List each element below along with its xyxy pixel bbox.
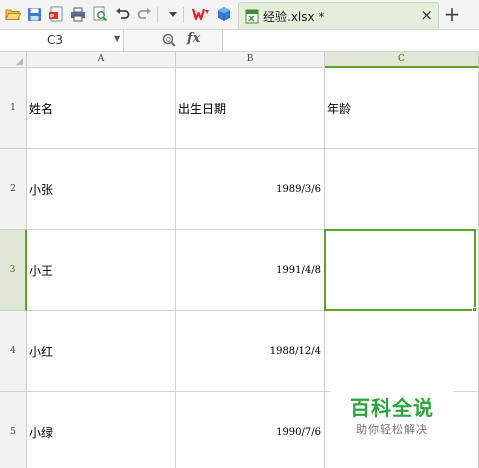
- chevron-down-icon[interactable]: ▼: [114, 34, 120, 43]
- print-preview-icon[interactable]: [91, 5, 109, 23]
- new-tab-button[interactable]: +: [442, 2, 462, 26]
- cell-b5[interactable]: 1990/7/6: [176, 392, 325, 468]
- cell-b3[interactable]: 1991/4/8: [176, 230, 325, 311]
- row-header-1[interactable]: 1: [0, 68, 27, 149]
- svg-text:P: P: [50, 14, 54, 20]
- watermark: 百科全说 助你轻松解决: [330, 389, 454, 441]
- cell-b4[interactable]: 1988/12/4: [176, 311, 325, 392]
- export-pdf-icon[interactable]: P: [47, 5, 65, 23]
- zoom-icon[interactable]: Q: [161, 32, 177, 52]
- undo-icon[interactable]: [113, 5, 131, 23]
- row-header-3[interactable]: 3: [0, 230, 27, 311]
- row-header-2[interactable]: 2: [0, 149, 27, 230]
- column-header-a[interactable]: A: [27, 52, 176, 68]
- formula-bar: C3 ▼ Q fx: [0, 30, 479, 52]
- cell-a3[interactable]: 小王: [27, 230, 176, 311]
- svg-text:Q: Q: [166, 36, 171, 43]
- spreadsheet-file-icon: [245, 9, 259, 28]
- insert-function-button[interactable]: fx: [187, 31, 200, 46]
- wps-logo-icon[interactable]: [192, 5, 210, 23]
- cloud-cube-icon[interactable]: [215, 5, 233, 23]
- save-icon[interactable]: [25, 5, 43, 23]
- cell-a1[interactable]: 姓名: [27, 68, 176, 149]
- select-all-triangle-icon: [16, 58, 23, 65]
- cell-a5[interactable]: 小绿: [27, 392, 176, 468]
- cell-c3[interactable]: [325, 230, 479, 311]
- toolbar-separator: [183, 7, 184, 23]
- column-header-c[interactable]: C: [325, 52, 479, 68]
- cell-a2[interactable]: 小张: [27, 149, 176, 230]
- cell-c4[interactable]: [325, 311, 479, 392]
- tab-title: 经验.xlsx *: [263, 10, 325, 24]
- cell-b2[interactable]: 1989/3/6: [176, 149, 325, 230]
- close-tab-icon[interactable]: ×: [420, 5, 433, 25]
- row-header-5[interactable]: 5: [0, 392, 27, 468]
- watermark-subtitle: 助你轻松解决: [356, 423, 428, 436]
- open-folder-icon[interactable]: [4, 5, 22, 23]
- quick-access-toolbar: P 经验.xlsx * × +: [0, 0, 479, 30]
- column-header-b[interactable]: B: [176, 52, 325, 68]
- cell-c1[interactable]: 年龄: [325, 68, 479, 149]
- cell-a4[interactable]: 小红: [27, 311, 176, 392]
- cell-b1[interactable]: 出生日期: [176, 68, 325, 149]
- print-icon[interactable]: [69, 5, 87, 23]
- cell-c2[interactable]: [325, 149, 479, 230]
- watermark-title: 百科全说: [350, 396, 434, 420]
- quick-access-dropdown-icon[interactable]: [164, 5, 182, 23]
- name-box[interactable]: C3 ▼: [0, 30, 124, 51]
- tab-document[interactable]: 经验.xlsx * ×: [238, 2, 439, 29]
- fill-handle[interactable]: [472, 307, 477, 312]
- formula-input[interactable]: [222, 30, 479, 51]
- redo-icon[interactable]: [135, 5, 153, 23]
- row-header-4[interactable]: 4: [0, 311, 27, 392]
- name-box-value: C3: [47, 33, 64, 47]
- select-all-corner[interactable]: [0, 52, 27, 68]
- toolbar-separator: [157, 7, 158, 23]
